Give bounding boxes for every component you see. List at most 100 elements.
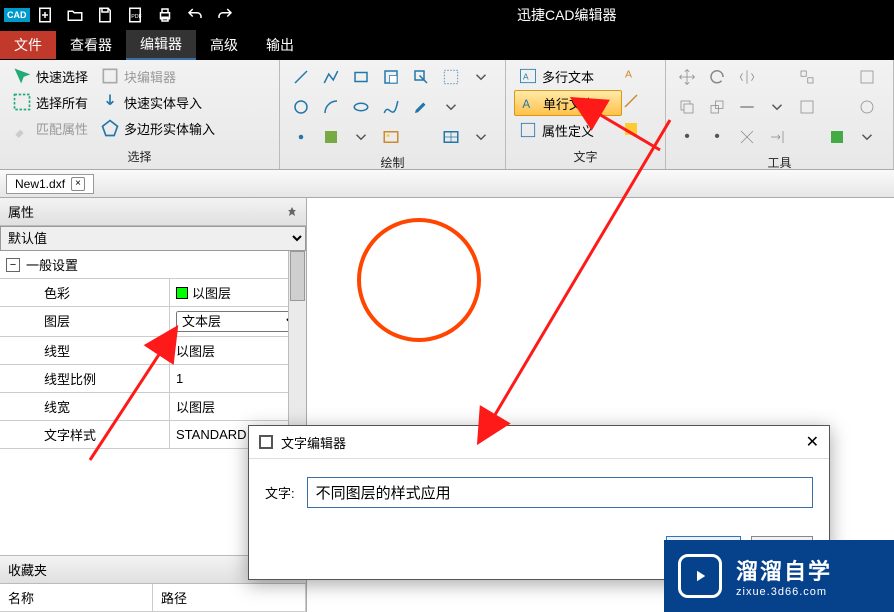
dialog-titlebar[interactable]: 文字编辑器 ✕: [249, 426, 829, 459]
play-icon: [678, 554, 722, 598]
menu-view[interactable]: 查看器: [56, 31, 126, 59]
polyline-icon[interactable]: [318, 64, 344, 90]
tab-close-icon[interactable]: ×: [71, 177, 85, 191]
quick-select-button[interactable]: 快速选择: [8, 64, 92, 88]
tool-a-icon[interactable]: [794, 64, 820, 90]
tool-b-icon[interactable]: [854, 64, 880, 90]
dropdown6-icon[interactable]: [854, 124, 880, 150]
undo-icon[interactable]: [180, 0, 210, 30]
menu-file[interactable]: 文件: [0, 31, 56, 59]
prop-row-ltscale[interactable]: 线型比例 1: [0, 365, 306, 393]
attrdef-button[interactable]: 属性定义: [514, 118, 622, 142]
prop-label: 色彩: [0, 279, 170, 306]
move-icon[interactable]: [674, 64, 700, 90]
col-path[interactable]: 路径: [153, 584, 306, 611]
ribbon-group-text: A多行文本 A单行文本 属性定义 A 文字: [506, 60, 666, 169]
dropdown-icon[interactable]: [468, 64, 494, 90]
mirror-icon[interactable]: [734, 64, 760, 90]
copy-icon[interactable]: [674, 94, 700, 120]
mtext-button[interactable]: A多行文本: [514, 64, 622, 88]
dot1-icon[interactable]: •: [674, 124, 700, 150]
svg-text:A: A: [522, 98, 530, 111]
pin-icon[interactable]: [286, 206, 298, 218]
default-select[interactable]: 默认值: [0, 226, 306, 251]
rotate-icon[interactable]: [704, 64, 730, 90]
pen-icon[interactable]: [408, 94, 434, 120]
arc-icon[interactable]: [318, 94, 344, 120]
document-tab[interactable]: New1.dxf ×: [6, 174, 94, 194]
app-logo: CAD: [4, 8, 30, 22]
ribbon-group-draw: 绘制: [280, 60, 506, 169]
clip-icon[interactable]: [408, 64, 434, 90]
region-icon[interactable]: [438, 64, 464, 90]
document-tab-bar: New1.dxf ×: [0, 170, 894, 198]
tools-group-label: 工具: [674, 152, 885, 171]
prop-row-color[interactable]: 色彩 以图层: [0, 279, 306, 307]
text-tool2-icon[interactable]: [622, 92, 648, 118]
text-tool1-icon[interactable]: A: [622, 64, 648, 90]
rect-icon[interactable]: [348, 64, 374, 90]
section-general[interactable]: − 一般设置: [0, 251, 306, 279]
text-input[interactable]: [307, 477, 813, 508]
dot2-icon[interactable]: •: [704, 124, 730, 150]
tool-icon[interactable]: [378, 64, 404, 90]
dropdown4-icon[interactable]: [468, 124, 494, 150]
spline-icon[interactable]: [378, 94, 404, 120]
trim-icon[interactable]: [734, 124, 760, 150]
line-icon[interactable]: [288, 64, 314, 90]
image-icon[interactable]: [378, 124, 404, 150]
tool-d-icon[interactable]: [854, 94, 880, 120]
prop-row-lweight[interactable]: 线宽 以图层: [0, 393, 306, 421]
polygon-input-button[interactable]: 多边形实体输入: [96, 116, 219, 140]
match-props-label: 匹配属性: [36, 119, 88, 138]
extend-icon[interactable]: [764, 124, 790, 150]
ribbon-group-select: 快速选择 选择所有 匹配属性 块编辑器 快速实体导入 多边形实体输入 选择: [0, 60, 280, 169]
collapse-icon[interactable]: −: [6, 258, 20, 272]
app-title: 迅捷CAD编辑器: [240, 5, 894, 25]
block-editor-button[interactable]: 块编辑器: [96, 64, 219, 88]
block-editor-label: 块编辑器: [124, 67, 176, 86]
export-icon[interactable]: PDF: [120, 0, 150, 30]
watermark-brand: 溜溜自学: [736, 554, 832, 586]
menu-editor[interactable]: 编辑器: [126, 30, 196, 60]
select-all-button[interactable]: 选择所有: [8, 90, 92, 114]
dropdown3-icon[interactable]: [348, 124, 374, 150]
quick-import-label: 快速实体导入: [124, 93, 202, 112]
menu-output[interactable]: 输出: [252, 31, 308, 59]
select-group-label: 选择: [8, 146, 271, 165]
dropdown2-icon[interactable]: [438, 94, 464, 120]
text-tool3-icon[interactable]: [622, 120, 648, 146]
table-icon[interactable]: [438, 124, 464, 150]
hatch-icon[interactable]: [318, 124, 344, 150]
prop-row-ltype[interactable]: 线型 以图层: [0, 337, 306, 365]
dialog-icon: [259, 435, 273, 449]
circle-icon[interactable]: [288, 94, 314, 120]
print-icon[interactable]: [150, 0, 180, 30]
scrollbar-thumb[interactable]: [290, 251, 305, 301]
dtext-button[interactable]: A 单行文本: [514, 90, 622, 116]
ellipse-icon[interactable]: [348, 94, 374, 120]
menu-advanced[interactable]: 高级: [196, 31, 252, 59]
dtext-label: 单行文本: [543, 94, 595, 113]
quick-import-button[interactable]: 快速实体导入: [96, 90, 219, 114]
section-label: 一般设置: [26, 255, 78, 274]
stretch-icon[interactable]: [734, 94, 760, 120]
tool-e-icon[interactable]: [824, 124, 850, 150]
save-icon[interactable]: [90, 0, 120, 30]
new-icon[interactable]: [30, 0, 60, 30]
col-name[interactable]: 名称: [0, 584, 153, 611]
layer-select[interactable]: 文本层: [176, 311, 300, 332]
watermark-url: zixue.3d66.com: [736, 586, 832, 598]
close-icon[interactable]: ✕: [806, 432, 819, 452]
scale-icon[interactable]: [704, 94, 730, 120]
point-icon[interactable]: [288, 124, 314, 150]
open-icon[interactable]: [60, 0, 90, 30]
prop-row-layer[interactable]: 图层 文本层: [0, 307, 306, 337]
tool-c-icon[interactable]: [794, 94, 820, 120]
redo-icon[interactable]: [210, 0, 240, 30]
prop-label: 线型比例: [0, 365, 170, 392]
color-swatch-icon: [176, 287, 188, 299]
match-props-button[interactable]: 匹配属性: [8, 116, 92, 140]
dropdown5-icon[interactable]: [764, 94, 790, 120]
favorites-columns: 名称 路径: [0, 584, 306, 612]
